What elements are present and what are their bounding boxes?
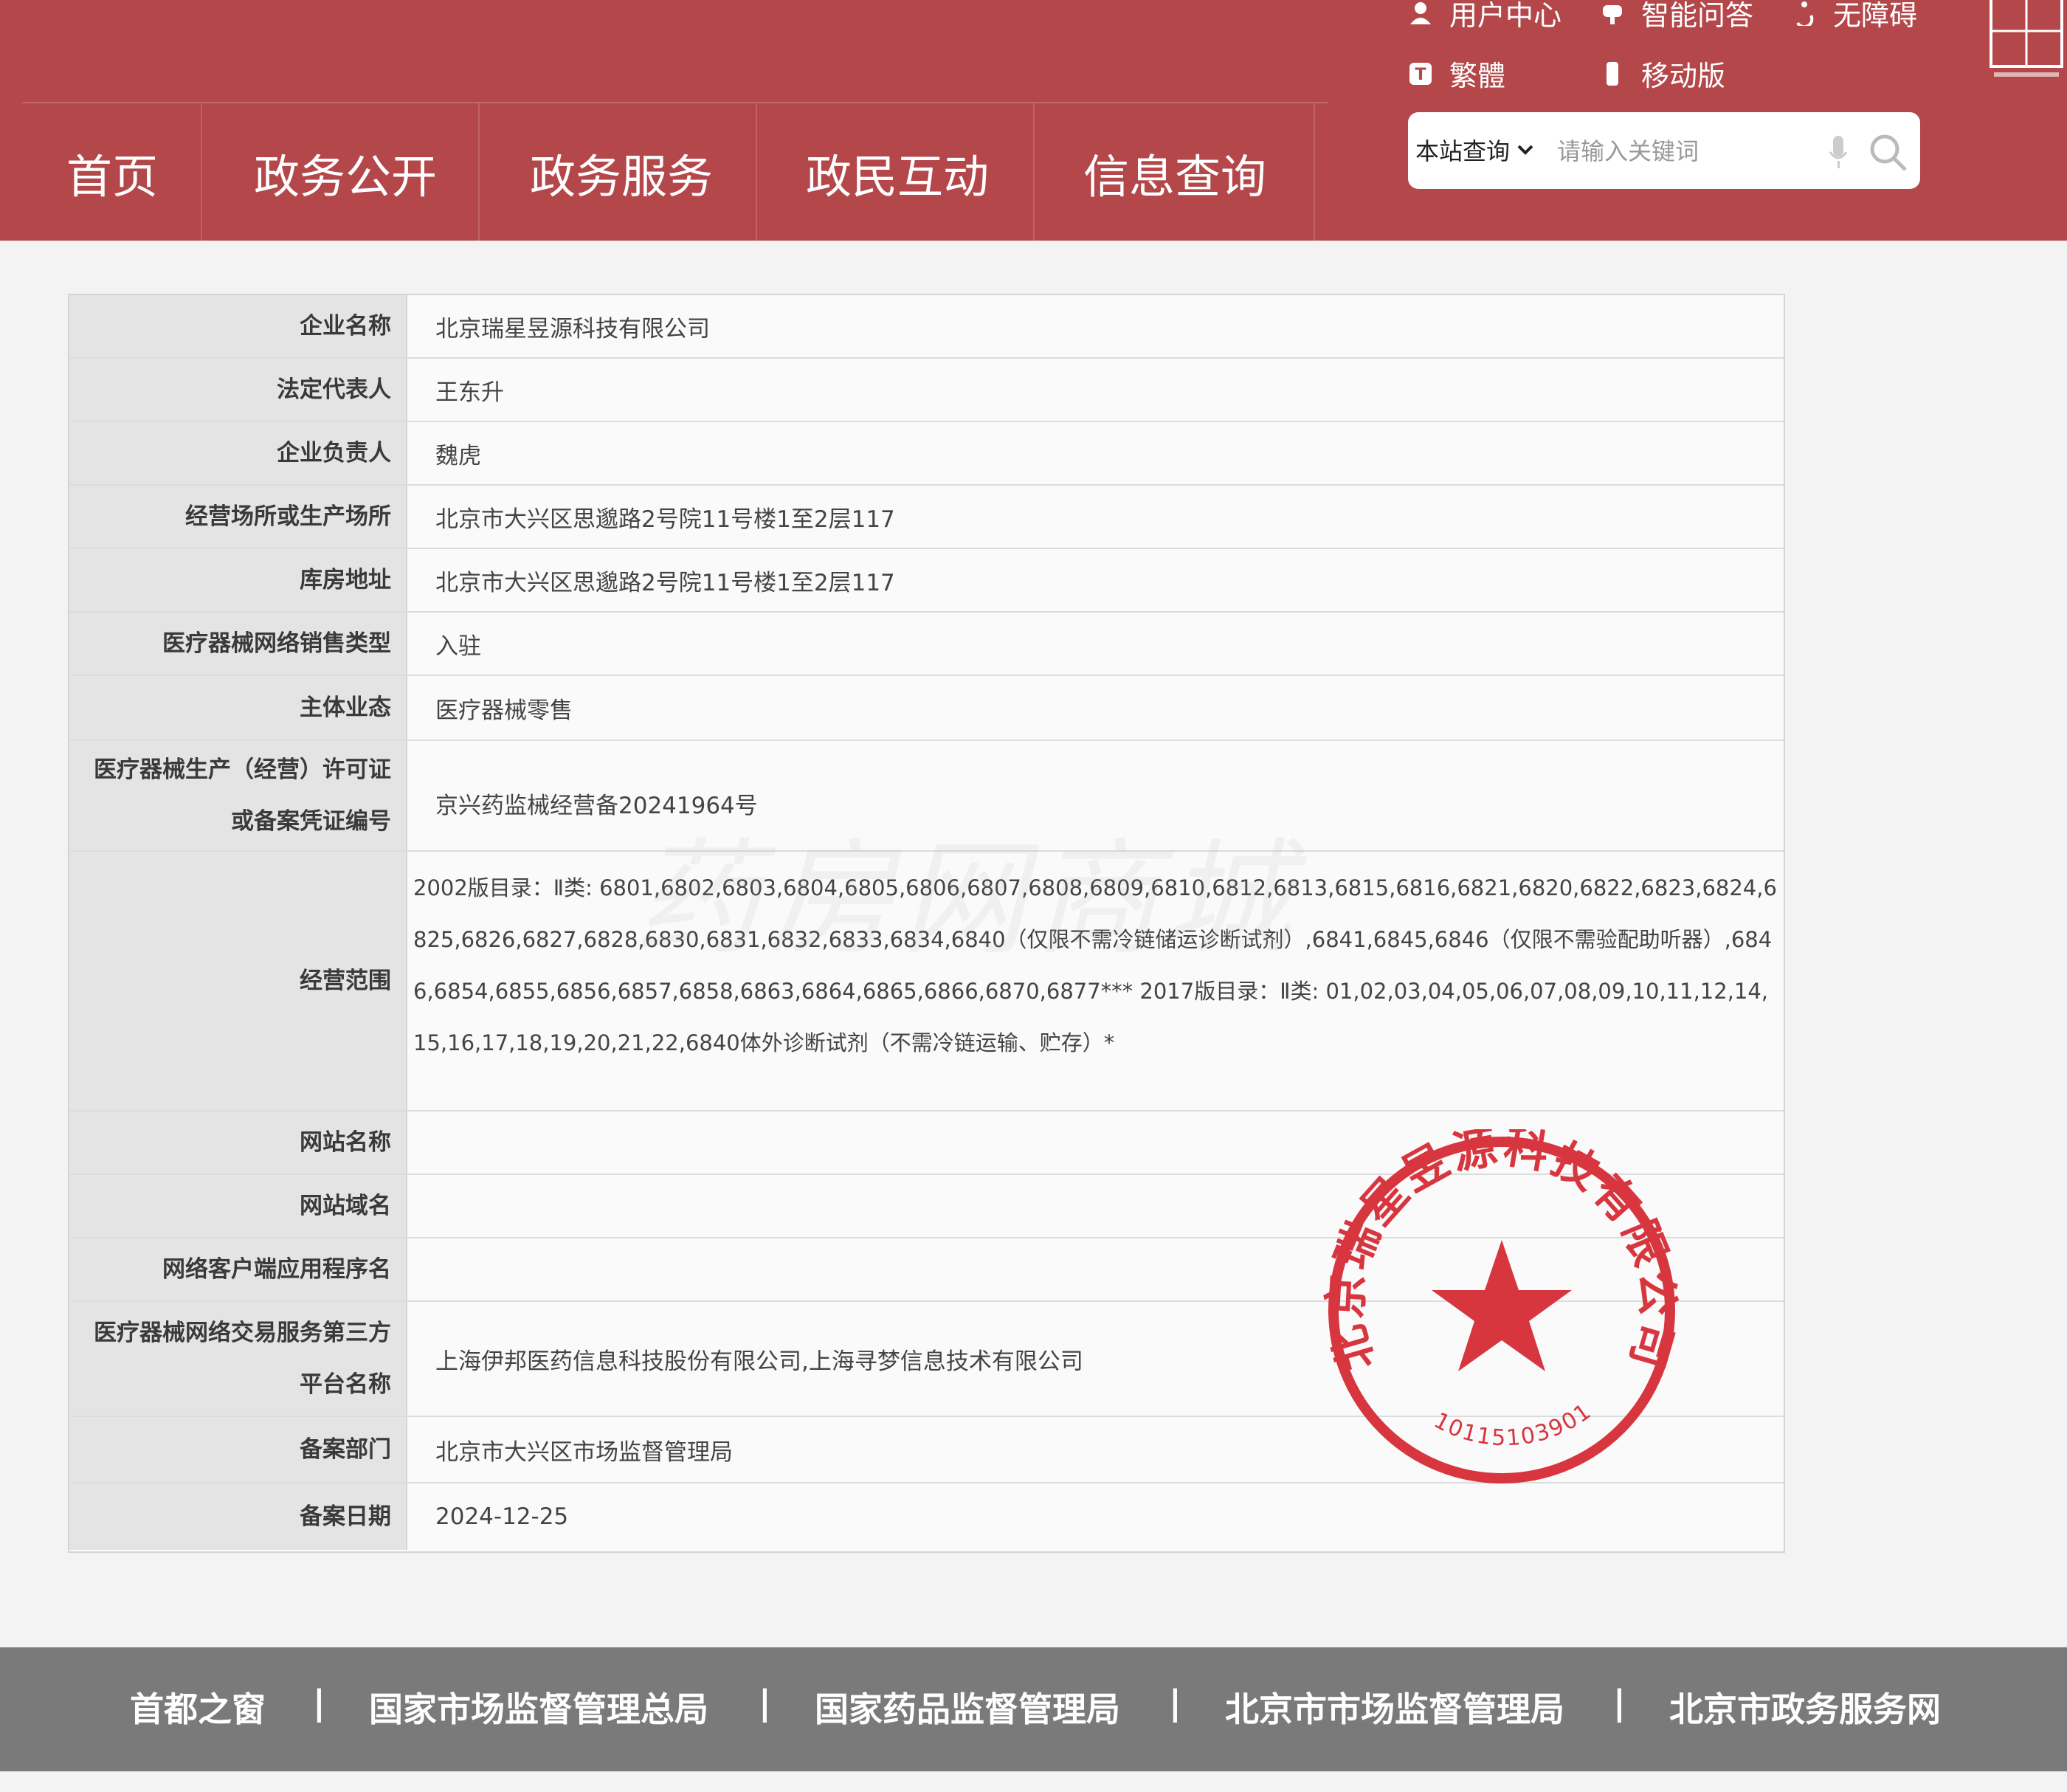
traditional-chinese-label: 繁體	[1449, 60, 1506, 92]
company-seal: 北京瑞星昱源科技有限公司 1101151039019	[1321, 1129, 1680, 1483]
nav-divider	[201, 103, 202, 241]
nav-divider	[478, 103, 480, 241]
capital-window-logo	[1990, 0, 2063, 77]
search-scope-label: 本站查询	[1415, 137, 1511, 165]
table-row: 库房地址 北京市大兴区思邈路2号院11号楼1至2层117	[69, 549, 1784, 613]
row-value: 魏虎	[435, 442, 481, 469]
traditional-chinese-link[interactable]: T 繁體	[1408, 53, 1505, 94]
table-row: 医疗器械网络销售类型 入驻	[69, 613, 1784, 676]
accessibility-link[interactable]: 无障碍	[1792, 0, 1917, 33]
footer-link-samr[interactable]: 国家市场监督管理总局	[369, 1683, 708, 1731]
table-row: 企业负责人 魏虎	[69, 422, 1784, 486]
search-input[interactable]	[1556, 128, 1824, 174]
row-value: 医疗器械零售	[435, 697, 573, 724]
row-value: 王东升	[435, 379, 504, 406]
footer-link-beijing-gov-services[interactable]: 北京市政务服务网	[1669, 1683, 1941, 1731]
row-value: 入驻	[435, 633, 481, 660]
row-label: 主体业态	[69, 676, 407, 740]
watermark: 药房网商城	[635, 797, 1299, 979]
chevron-down-icon	[1517, 145, 1533, 155]
table-row: 主体业态 医疗器械零售	[69, 676, 1784, 741]
header-divider	[22, 102, 1328, 103]
row-label: 网站域名	[69, 1175, 407, 1237]
row-value: 2024-12-25	[435, 1503, 569, 1530]
page-bottom-strip	[0, 1771, 2067, 1792]
mobile-version-link[interactable]: 移动版	[1600, 53, 1725, 94]
chat-bot-icon	[1603, 4, 1622, 24]
table-row: 法定代表人 王东升	[69, 359, 1784, 422]
nav-divider	[1033, 103, 1035, 241]
nav-divider	[1314, 103, 1315, 241]
footer-link-nmpa[interactable]: 国家药品监督管理局	[815, 1683, 1120, 1731]
footer-separator: |	[313, 1683, 325, 1723]
row-label: 法定代表人	[69, 359, 407, 421]
traditional-chinese-icon: T	[1409, 62, 1432, 85]
table-row: 经营场所或生产场所 北京市大兴区思邈路2号院11号楼1至2层117	[69, 486, 1784, 549]
user-center-link[interactable]: 用户中心	[1408, 0, 1562, 33]
footer-link-capital-window[interactable]: 首都之窗	[130, 1683, 266, 1731]
row-label: 经营范围	[69, 852, 407, 1110]
nav-government-affairs-open[interactable]: 政务公开	[254, 140, 437, 214]
user-center-label: 用户中心	[1449, 0, 1562, 32]
row-label: 备案部门	[69, 1417, 407, 1482]
row-label: 企业负责人	[69, 422, 407, 484]
row-value: 北京市大兴区思邈路2号院11号楼1至2层117	[435, 506, 895, 533]
footer-separator: |	[1613, 1683, 1626, 1723]
row-label: 备案日期	[69, 1483, 407, 1550]
row-label: 医疗器械网络交易服务第三方平台名称	[69, 1302, 407, 1416]
nav-public-interaction[interactable]: 政民互动	[806, 140, 989, 214]
row-value: 北京市大兴区思邈路2号院11号楼1至2层117	[435, 569, 895, 596]
row-label: 经营场所或生产场所	[69, 486, 407, 548]
microphone-icon[interactable]	[1829, 134, 1848, 171]
accessibility-icon	[1796, 1, 1814, 26]
watermark-text: 药房网商城	[635, 827, 1300, 973]
row-label: 库房地址	[69, 549, 407, 611]
nav-government-services[interactable]: 政务服务	[530, 140, 713, 214]
nav-divider	[756, 103, 757, 241]
row-label: 医疗器械网络销售类型	[69, 613, 407, 675]
search-scope-select[interactable]: 本站查询	[1415, 133, 1533, 167]
row-value: 北京瑞星昱源科技有限公司	[435, 315, 710, 342]
accessibility-label: 无障碍	[1833, 0, 1918, 32]
nav-home[interactable]: 首页	[66, 140, 158, 214]
mobile-version-label: 移动版	[1641, 60, 1726, 92]
search-icon[interactable]	[1867, 131, 1908, 173]
table-row: 备案日期 2024-12-25	[69, 1483, 1784, 1550]
smart-qa-label: 智能问答	[1641, 0, 1754, 32]
footer-separator: |	[1169, 1683, 1181, 1723]
site-footer: 首都之窗 | 国家市场监督管理总局 | 国家药品监督管理局 | 北京市市场监督管…	[0, 1647, 2067, 1771]
smart-qa-link[interactable]: 智能问答	[1600, 0, 1753, 33]
mobile-phone-icon	[1607, 61, 1618, 86]
site-header: 用户中心 智能问答 无障碍 T 繁體 移动版 首页 政务公开 政务服务 政民互动…	[0, 0, 2067, 241]
svg-text:T: T	[1415, 66, 1426, 84]
footer-link-beijing-market-regulation[interactable]: 北京市市场监督管理局	[1225, 1683, 1564, 1731]
row-label: 企业名称	[69, 295, 407, 357]
table-row: 企业名称 北京瑞星昱源科技有限公司	[69, 295, 1784, 359]
row-label: 网站名称	[69, 1112, 407, 1174]
row-label: 网络客户端应用程序名	[69, 1238, 407, 1300]
footer-separator: |	[759, 1683, 771, 1723]
row-label: 医疗器械生产（经营）许可证或备案凭证编号	[69, 741, 407, 850]
search-box: 本站查询	[1408, 112, 1920, 189]
user-icon	[1410, 1, 1431, 24]
nav-information-query[interactable]: 信息查询	[1083, 140, 1266, 214]
